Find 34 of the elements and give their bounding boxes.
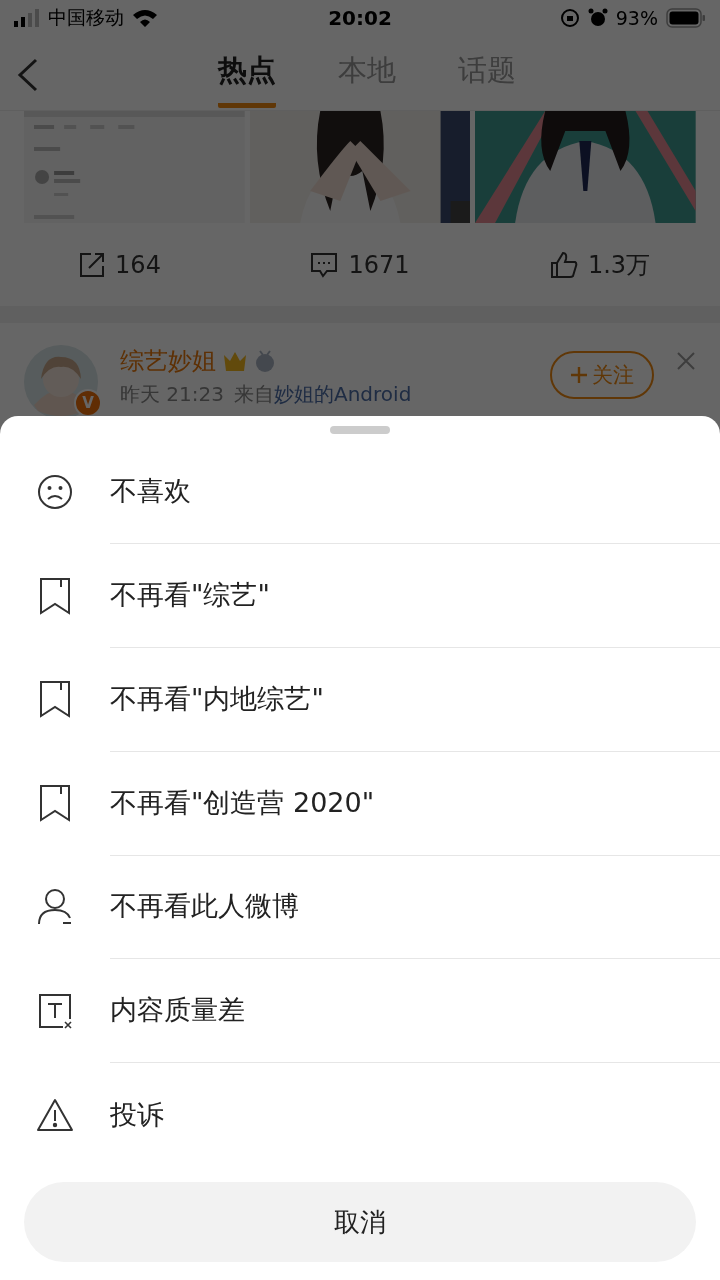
- sad-face-icon: [37, 473, 73, 510]
- close-icon[interactable]: [676, 351, 696, 371]
- bookmark-icon: [39, 576, 71, 615]
- sheet-handle[interactable]: [330, 426, 390, 434]
- signal-icon: [14, 9, 40, 27]
- comment-icon: [310, 251, 339, 278]
- back-icon[interactable]: [16, 58, 40, 92]
- carrier-name: 中国移动: [48, 5, 124, 30]
- plus-icon: [570, 366, 588, 384]
- stat-count: 1671: [348, 250, 410, 279]
- stat-count: 1.3万: [587, 249, 651, 281]
- verified-badge: V: [74, 389, 102, 417]
- cancel-button[interactable]: 取消: [24, 1182, 696, 1262]
- person-icon: [37, 887, 73, 926]
- warning-icon: [36, 1097, 74, 1132]
- menu-item[interactable]: 投诉: [0, 1062, 720, 1167]
- menu-item[interactable]: 不喜欢: [0, 439, 720, 544]
- menu-item[interactable]: 不再看"创造营 2020": [0, 751, 720, 856]
- clock-time: 20:02: [327, 6, 393, 30]
- share-icon: [79, 251, 106, 278]
- menu-item[interactable]: 内容质量差: [0, 958, 720, 1063]
- bookmark-icon: [39, 680, 71, 719]
- wifi-icon: [132, 8, 158, 28]
- alarm-icon: [587, 8, 608, 28]
- battery-icon: [666, 8, 706, 28]
- menu-item[interactable]: 不再看此人微博: [0, 855, 720, 959]
- rotation-lock-icon: [559, 8, 580, 28]
- battery-percent: 93%: [615, 7, 658, 29]
- menu-item[interactable]: 不再看"综艺": [0, 543, 720, 648]
- text-box-icon: [37, 991, 73, 1030]
- menu-item[interactable]: 不再看"内地综艺": [0, 647, 720, 752]
- thumbs-up-icon: [549, 250, 578, 279]
- stat-count: 164: [115, 250, 161, 279]
- bookmark-icon: [39, 784, 71, 823]
